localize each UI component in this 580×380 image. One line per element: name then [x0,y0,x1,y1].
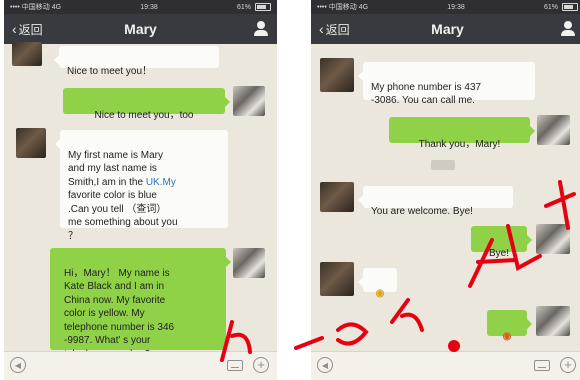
emoji-icon: ◉ [375,287,385,299]
battery-icon [561,3,578,11]
chat-header: ‹ 返回 Mary [311,14,580,44]
message-bubble-incoming[interactable]: You are welcome. Bye! [358,186,513,217]
chat-input-bar: ◀ + [4,351,277,380]
back-button[interactable]: ‹ 返回 [12,21,43,38]
plus-icon[interactable]: + [560,357,576,373]
battery-icon [254,3,271,11]
emoji-icon: ◉ [502,330,512,342]
keyboard-icon[interactable] [227,360,243,371]
chat-screen-left: •••• 中国移动 4G 19:38 61% ‹ 返回 Mary Nice to… [4,0,277,380]
back-label: 返回 [18,22,43,37]
chat-screen-right: •••• 中国移动 4G 19:38 61% ‹ 返回 Mary My phon… [311,0,580,380]
message-text: Nice to meet you，too [94,109,194,121]
clock-label: 19:38 [140,3,158,11]
message-bubble-outgoing[interactable]: Hi，Mary！ My name is Kate Black and I am … [50,248,231,360]
message-bubble-outgoing[interactable]: Nice to meet you，too [63,88,230,121]
chevron-left-icon: ‹ [319,21,324,37]
message-bubble-outgoing[interactable]: ◉ [487,310,532,342]
chat-header: ‹ 返回 Mary [4,14,277,44]
message-bubble-outgoing[interactable]: Bye! [471,226,532,259]
status-indicators: 61% [237,3,271,11]
message-text: favorite color is blue .Can you tell （查词… [68,190,178,242]
user-avatar[interactable] [536,224,570,254]
voice-icon[interactable]: ◀ [10,357,26,373]
status-bar: •••• 中国移动 4G 19:38 61% [311,0,580,14]
back-button[interactable]: ‹ 返回 [319,21,350,38]
message-text: My phone number is 437 -3086. You can ca… [371,81,482,107]
message-bubble-incoming[interactable]: My phone number is 437 -3086. You can ca… [358,62,535,106]
message-bubble-outgoing[interactable]: Thank you，Mary! [389,117,535,150]
profile-icon[interactable] [560,21,576,37]
user-avatar[interactable] [536,306,570,336]
clock-label: 19:38 [447,3,465,11]
message-bubble-incoming[interactable]: Nice to meet you！ [54,46,219,77]
chevron-left-icon: ‹ [12,21,17,37]
message-bubble-incoming[interactable]: ◉ [358,268,397,299]
message-text: Nice to meet you！ [67,65,153,77]
chat-input-bar: ◀ + [311,351,580,380]
timestamp-pill [431,160,455,170]
voice-icon[interactable]: ◀ [317,357,333,373]
contact-avatar[interactable] [320,58,354,92]
carrier-label: •••• 中国移动 4G [10,4,62,11]
back-label: 返回 [325,22,350,37]
user-avatar[interactable] [233,86,265,116]
carrier-label: •••• 中国移动 4G [317,4,369,11]
user-avatar[interactable] [537,115,570,145]
battery-percent: 61% [543,3,558,11]
plus-icon[interactable]: + [253,357,269,373]
contact-avatar[interactable] [320,262,354,296]
status-bar: •••• 中国移动 4G 19:38 61% [4,0,277,14]
status-indicators: 61% [544,3,578,11]
message-text: Bye! [488,247,509,259]
battery-percent: 61% [236,3,251,11]
message-link[interactable]: UK.My [146,177,176,188]
chat-title: Mary [431,21,464,37]
contact-avatar[interactable] [320,182,354,212]
message-text: Hi，Mary！ My name is Kate Black and I am … [64,267,175,360]
chat-title: Mary [124,21,157,37]
message-text: You are welcome. Bye! [371,205,473,217]
contact-avatar[interactable] [12,42,42,66]
contact-avatar[interactable] [16,128,46,158]
user-avatar[interactable] [233,248,265,278]
keyboard-icon[interactable] [534,360,550,371]
profile-icon[interactable] [253,21,269,37]
message-text: Thank you，Mary! [418,138,501,150]
message-bubble-incoming[interactable]: My first name is Mary and my last name i… [55,130,228,241]
